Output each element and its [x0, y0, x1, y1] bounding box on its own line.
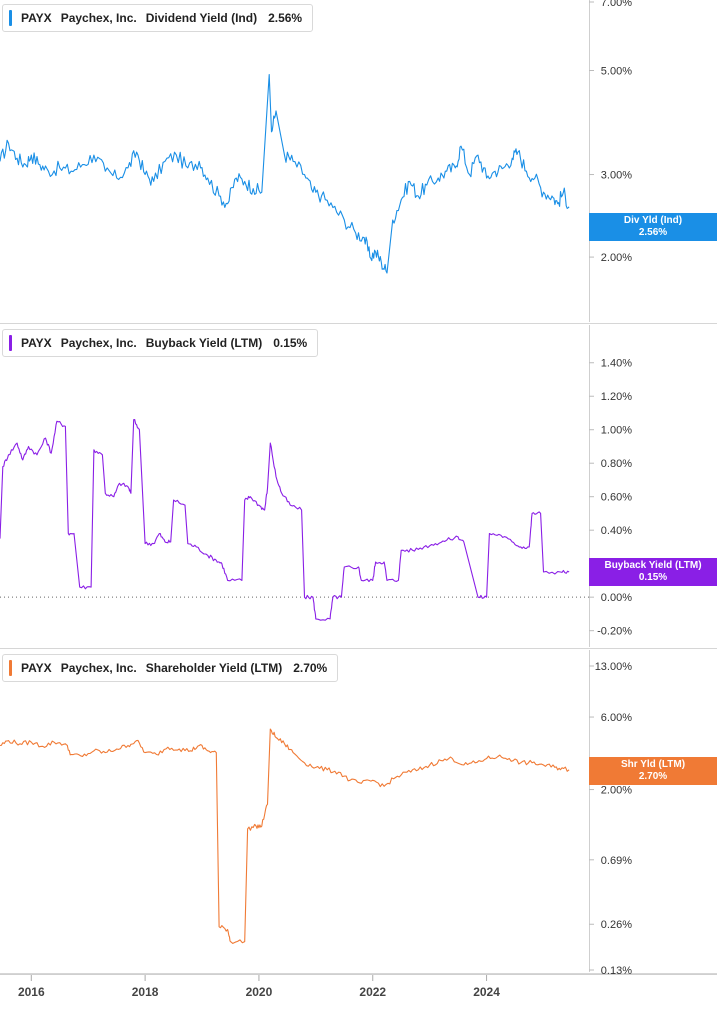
x-tick-label: 2022	[359, 985, 386, 999]
x-tick-label: 2016	[18, 985, 45, 999]
legend-swatch-shareholder	[9, 660, 12, 676]
y-tick-label: 1.00%	[601, 425, 632, 437]
legend-metric: Dividend Yield (Ind)	[145, 11, 258, 25]
y-tick-label: 2.00%	[601, 252, 632, 264]
tag-label: Shr Yld (LTM)	[620, 759, 686, 770]
current-value-tag-buyback: Buyback Yield (LTM) 0.15%	[589, 558, 717, 586]
legend-company: Paychex, Inc.	[60, 336, 137, 350]
y-tick-label: 5.00%	[601, 66, 632, 78]
y-tick-label: 1.40%	[601, 358, 632, 370]
legend-ticker: PAYX	[21, 661, 52, 675]
charts-svg: 7.00% 5.00% 3.00% 2.00% 1.40% 1.20% 1.00% 0.80%…	[0, 0, 717, 999]
x-tick-label: 2024	[473, 985, 500, 999]
current-value-tag-dividend: Div Yld (Ind) 2.56%	[589, 213, 717, 241]
legend-shareholder-yield: PAYX Paychex, Inc. Shareholder Yield (LT…	[2, 654, 339, 682]
y-tick-label: 2.00%	[601, 785, 632, 797]
legend-value: 0.15%	[273, 336, 308, 350]
y-tick-label: 0.40%	[601, 525, 632, 537]
series-line	[0, 728, 570, 944]
series-line	[0, 418, 570, 621]
series-line	[0, 74, 570, 274]
legend-ticker: PAYX	[21, 11, 52, 25]
legend-company: Paychex, Inc.	[60, 11, 137, 25]
chart-root: 7.00% 5.00% 3.00% 2.00% 1.40% 1.20% 1.00% 0.80%…	[0, 0, 717, 1005]
current-value-tag-shareholder: Shr Yld (LTM) 2.70%	[589, 757, 717, 785]
y-tick-label: 0.69%	[601, 855, 632, 867]
x-tick-label: 2018	[132, 985, 159, 999]
legend-value: 2.56%	[268, 11, 303, 25]
tag-label: Buyback Yield (LTM)	[604, 560, 702, 571]
legend-buyback-yield: PAYX Paychex, Inc. Buyback Yield (LTM) 0…	[2, 329, 319, 357]
legend-swatch-buyback	[9, 335, 12, 351]
y-tick-label: 1.20%	[601, 391, 632, 403]
tag-value: 2.70%	[638, 771, 668, 782]
legend-swatch-dividend	[9, 10, 12, 26]
legend-metric: Shareholder Yield (LTM)	[145, 661, 283, 675]
y-tick-label: 0.13%	[601, 965, 632, 977]
legend-value: 2.70%	[293, 661, 328, 675]
y-tick-label: -0.20%	[597, 626, 632, 638]
y-tick-label: 0.80%	[601, 458, 632, 470]
y-tick-label: 3.00%	[601, 170, 632, 182]
legend-company: Paychex, Inc.	[60, 661, 137, 675]
y-tick-label: 6.00%	[601, 712, 632, 724]
y-tick-label: 13.00%	[595, 661, 633, 673]
y-tick-label: 0.60%	[601, 492, 632, 504]
tag-label: Div Yld (Ind)	[623, 215, 683, 226]
legend-metric: Buyback Yield (LTM)	[145, 336, 263, 350]
y-tick-label: 7.00%	[601, 0, 632, 9]
y-tick-label: 0.26%	[601, 919, 632, 931]
legend-dividend-yield: PAYX Paychex, Inc. Dividend Yield (Ind) …	[2, 4, 314, 32]
tag-value: 0.15%	[638, 572, 668, 583]
tag-value: 2.56%	[638, 227, 668, 238]
x-tick-label: 2020	[246, 985, 273, 999]
legend-ticker: PAYX	[21, 336, 52, 350]
y-tick-label: 0.00%	[601, 592, 632, 604]
